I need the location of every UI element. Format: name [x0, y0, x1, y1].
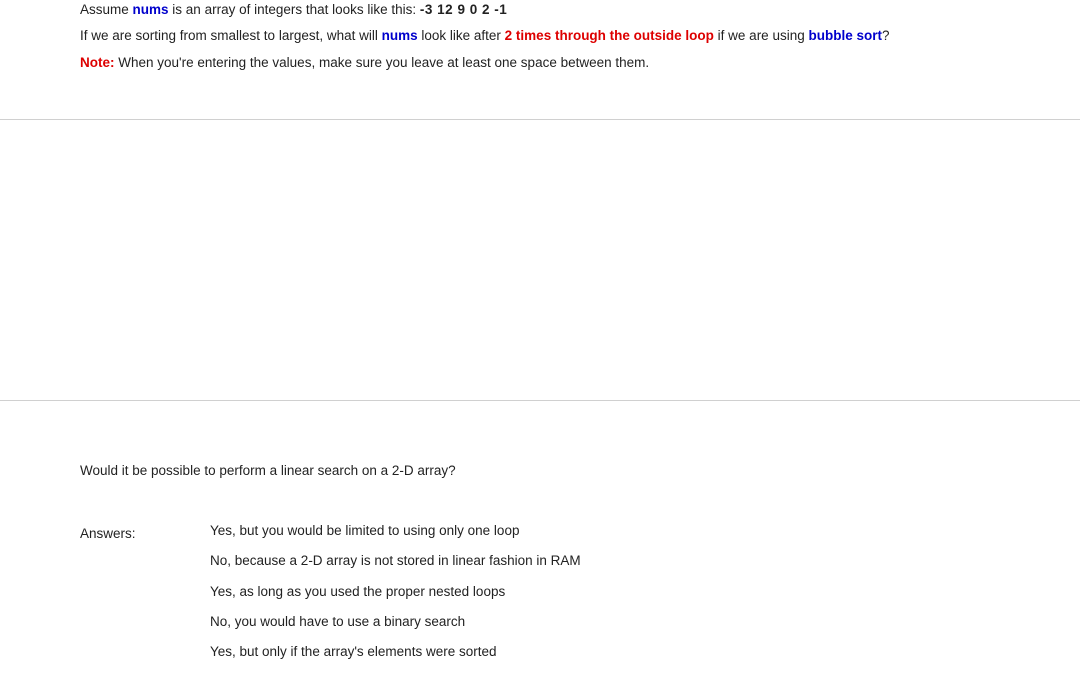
- q1-line-1: Assume nums is an array of integers that…: [80, 0, 1000, 20]
- q1-red-phrase: 2 times through the outside loop: [505, 28, 714, 43]
- q1-l2-mid: look like after: [418, 28, 505, 43]
- q1-note-label: Note:: [80, 55, 115, 70]
- q2-answers-label: Answers:: [80, 521, 210, 672]
- question-1-section: Assume nums is an array of integers that…: [0, 0, 1080, 120]
- q1-l2-mid2: if we are using: [714, 28, 809, 43]
- question-2-section: Would it be possible to perform a linear…: [0, 401, 1080, 692]
- q2-answer-option[interactable]: Yes, but only if the array's elements we…: [210, 642, 581, 662]
- q1-keyword-nums: nums: [133, 2, 169, 17]
- q1-array-values: -3 12 9 0 2 -1: [420, 2, 507, 17]
- q1-line-2: If we are sorting from smallest to large…: [80, 26, 1000, 46]
- q1-text-mid: is an array of integers that looks like …: [169, 2, 420, 17]
- q1-keyword-bubble-sort: bubble sort: [808, 28, 882, 43]
- q1-text-pre: Assume: [80, 2, 133, 17]
- q1-keyword-nums-2: nums: [382, 28, 418, 43]
- q1-note-body: When you're entering the values, make su…: [115, 55, 650, 70]
- q1-l2-pre: If we are sorting from smallest to large…: [80, 28, 382, 43]
- q1-note-line: Note: When you're entering the values, m…: [80, 53, 1000, 73]
- middle-blank-section: [0, 120, 1080, 401]
- q2-answers-row: Answers: Yes, but you would be limited t…: [80, 521, 1000, 672]
- q2-answer-option[interactable]: No, because a 2-D array is not stored in…: [210, 551, 581, 571]
- q2-answer-option[interactable]: Yes, as long as you used the proper nest…: [210, 582, 581, 602]
- q2-answers-list: Yes, but you would be limited to using o…: [210, 521, 581, 672]
- q2-answer-option[interactable]: Yes, but you would be limited to using o…: [210, 521, 581, 541]
- q1-l2-end: ?: [882, 28, 890, 43]
- q2-question-text: Would it be possible to perform a linear…: [80, 461, 1000, 481]
- q2-answer-option[interactable]: No, you would have to use a binary searc…: [210, 612, 581, 632]
